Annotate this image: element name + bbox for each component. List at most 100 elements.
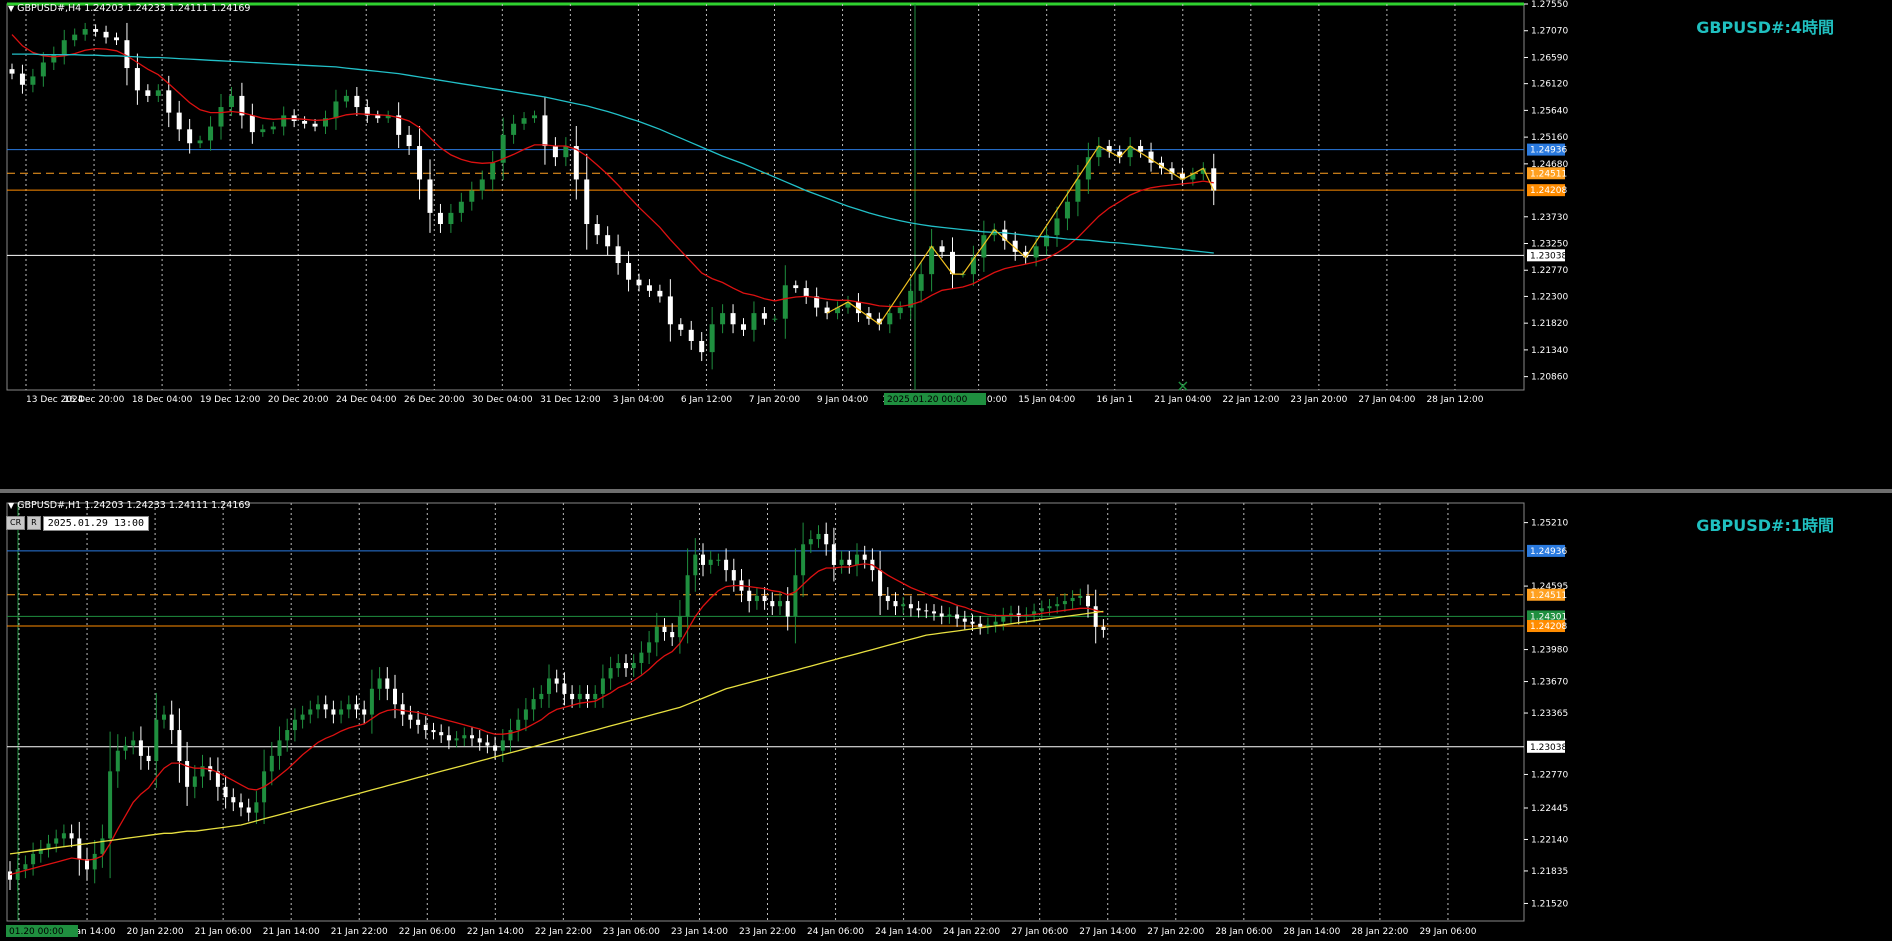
crosshair-cr-button[interactable]: CR: [6, 516, 26, 530]
x-tick-label: 20 Dec 20:00: [268, 395, 329, 405]
ma-slow-line: [9, 610, 1104, 855]
candle-body: [924, 610, 929, 612]
candle-body: [908, 604, 913, 609]
x-tick-label: 24 Dec 04:00: [336, 395, 397, 405]
candle-body: [417, 146, 423, 180]
candle-body: [51, 54, 57, 63]
x-tick-label: 21 Jan 04:00: [1154, 395, 1211, 405]
y-tick-label: 1.23980: [1531, 646, 1568, 656]
candle-body: [155, 90, 161, 96]
candle-body: [747, 590, 752, 602]
time-marker-label: 01.20 00:00: [9, 927, 64, 937]
candle-body: [354, 95, 360, 108]
x-tick-label: 24 Jan 06:00: [807, 927, 864, 937]
x-tick-label: 18 Dec 04:00: [132, 395, 193, 405]
h1-title: GBPUSD#:1時間: [1696, 516, 1834, 535]
y-tick-label: 1.25210: [1531, 519, 1568, 529]
candle-body: [631, 662, 636, 669]
candle-body: [146, 755, 151, 762]
candle-body: [485, 742, 490, 746]
candle-body: [61, 833, 66, 839]
x-tick-label: 24 Jan 22:00: [943, 927, 1000, 937]
candle-body: [962, 618, 967, 622]
candle-body: [437, 212, 443, 225]
x-tick-label: 9 Jan 04:00: [817, 395, 869, 405]
candle-body: [490, 162, 496, 180]
x-tick-label: 22 Jan 14:00: [467, 927, 524, 937]
candle-body: [897, 307, 903, 314]
candle-body: [615, 246, 621, 264]
x-tick-label: 27 Jan 14:00: [1079, 927, 1136, 937]
y-tick-label: 1.21340: [1531, 346, 1568, 356]
collapse-triangle-icon[interactable]: ▼: [8, 501, 14, 510]
candle-body: [708, 559, 713, 565]
h4-chart-panel[interactable]: 13 Dec 2024 16 Dec 20:00 18 Dec 04:00 19 De…: [0, 0, 1892, 489]
candle-body: [563, 146, 569, 158]
h1-chart-panel[interactable]: 20 Jan 06:0020 Jan 14:0020 Jan 22:0021 J…: [0, 493, 1892, 941]
candle-body: [762, 595, 767, 602]
y-tick-label: 1.27550: [1531, 0, 1568, 10]
candle-body: [446, 735, 451, 741]
candle-body: [685, 575, 690, 617]
candle-body: [123, 745, 128, 751]
candle-body: [1062, 601, 1067, 605]
candle-body: [678, 324, 684, 330]
h4-chart-svg[interactable]: 13 Dec 202416 Dec 20:00 18 Dec 04:00 19 De…: [0, 0, 1892, 489]
x-tick-label: 19 Dec 12:00: [200, 395, 261, 405]
y-tick-label: 1.21520: [1531, 899, 1568, 909]
candle-body: [333, 101, 339, 119]
y-tick-label: 1.22770: [1531, 266, 1568, 276]
candle-body: [1001, 616, 1006, 622]
candle-body: [260, 129, 266, 133]
y-tick-label: 1.23730: [1531, 213, 1568, 223]
candle-body: [662, 626, 667, 633]
x-tick-label: 6 Jan 12:00: [681, 395, 733, 405]
candle-body: [9, 69, 15, 74]
candle-body: [532, 115, 537, 119]
candle-body: [778, 601, 782, 607]
candle-body: [716, 559, 721, 561]
candle-body: [228, 95, 234, 108]
candle-body: [281, 115, 287, 127]
candle-body: [782, 285, 788, 319]
price-line-label: 1.24511: [1530, 591, 1567, 601]
x-tick-label: 22 Jan 06:00: [399, 927, 456, 937]
x-tick-label: 23 Jan 06:00: [603, 927, 660, 937]
candle-body: [626, 263, 632, 280]
candle-body: [701, 554, 705, 565]
candle-body: [177, 730, 182, 762]
candle-body: [231, 797, 236, 803]
candle-body: [929, 246, 935, 275]
x-tick-label: 31 Dec 12:00: [540, 395, 601, 405]
candle-body: [1070, 597, 1075, 602]
collapse-triangle-icon[interactable]: ▼: [8, 4, 14, 13]
candle-body: [208, 126, 214, 141]
candle-body: [277, 740, 282, 756]
candle-body: [955, 614, 960, 619]
candle-body: [131, 740, 136, 746]
price-line-label: 1.24936: [1530, 547, 1567, 557]
candle-body: [176, 112, 182, 130]
candle-body: [893, 601, 898, 607]
candle-body: [1055, 604, 1060, 607]
candle-body: [730, 313, 736, 325]
candle-body: [693, 554, 698, 576]
candle-body: [400, 704, 405, 715]
candle-body: [69, 833, 74, 839]
candle-body: [751, 313, 757, 330]
candle-body: [93, 29, 99, 32]
y-tick-label: 1.21835: [1531, 867, 1568, 877]
candle-body: [423, 724, 428, 731]
candle-body: [670, 632, 675, 638]
candle-body: [154, 719, 159, 762]
candle-body: [300, 714, 305, 720]
h4-title: GBPUSD#:4時間: [1696, 18, 1834, 37]
crosshair-r-button[interactable]: R: [27, 516, 41, 530]
candle-body: [1047, 606, 1052, 609]
h1-chart-svg[interactable]: 20 Jan 06:0020 Jan 14:0020 Jan 22:0021 J…: [0, 493, 1892, 941]
candle-body: [801, 544, 806, 576]
candle-body: [92, 853, 97, 870]
candle-body: [803, 288, 809, 297]
candle-body: [331, 709, 336, 715]
candle-body: [416, 719, 421, 725]
